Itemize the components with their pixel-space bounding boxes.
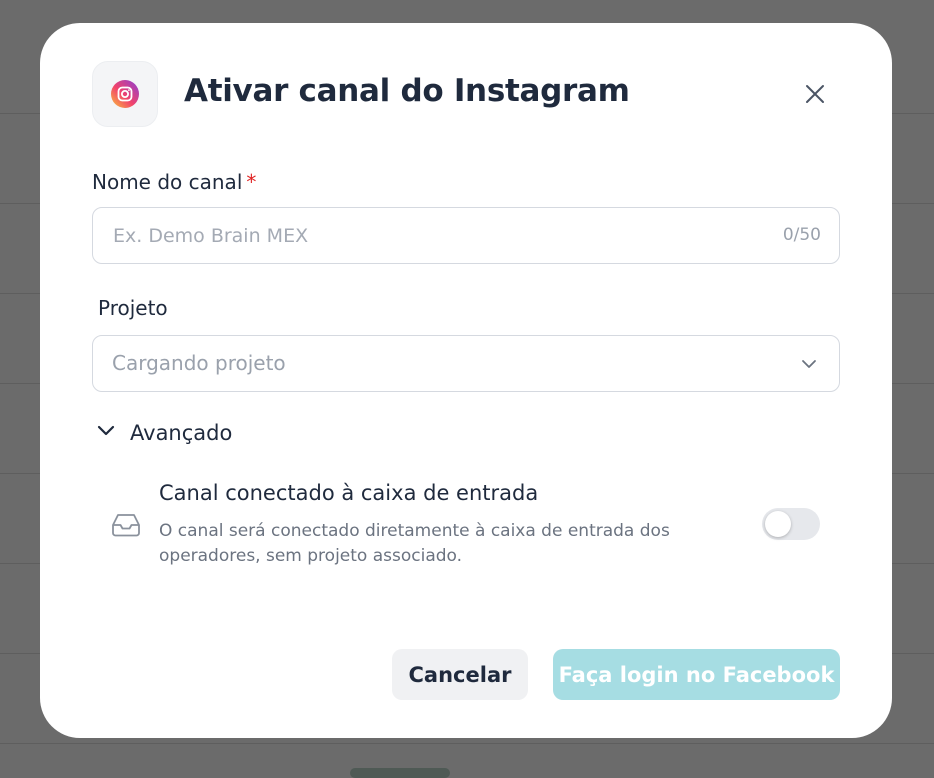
channel-name-label: Nome do canal * (92, 170, 256, 194)
project-select-value: Cargando projeto (112, 351, 286, 375)
close-button[interactable] (800, 79, 830, 109)
toggle-knob (765, 511, 791, 537)
channel-name-label-text: Nome do canal (92, 170, 243, 194)
advanced-label: Avançado (130, 421, 233, 445)
project-label: Projeto (98, 296, 168, 320)
advanced-toggle[interactable]: Avançado (96, 421, 232, 445)
inbox-option-title: Canal conectado à caixa de entrada (159, 481, 539, 505)
facebook-login-button[interactable]: Faça login no Facebook (553, 649, 840, 700)
required-asterisk: * (246, 170, 257, 194)
inbox-option-description: O canal será conectado diretamente à cai… (159, 521, 670, 566)
backdrop-button (350, 768, 450, 778)
chevron-down-icon (96, 421, 116, 445)
character-counter: 0/50 (782, 225, 821, 245)
cancel-button[interactable]: Cancelar (392, 649, 528, 700)
close-icon (806, 85, 824, 103)
channel-name-input[interactable] (113, 208, 753, 263)
chevron-down-icon (799, 354, 819, 378)
inbox-connection-toggle[interactable] (762, 508, 820, 540)
inbox-icon (111, 512, 141, 542)
instagram-channel-dialog: Ativar canal do Instagram Nome do canal *… (40, 23, 892, 738)
channel-name-field: 0/50 (92, 207, 840, 264)
instagram-icon (92, 61, 158, 127)
project-select[interactable]: Cargando projeto (92, 335, 840, 392)
dialog-title: Ativar canal do Instagram (184, 73, 630, 109)
